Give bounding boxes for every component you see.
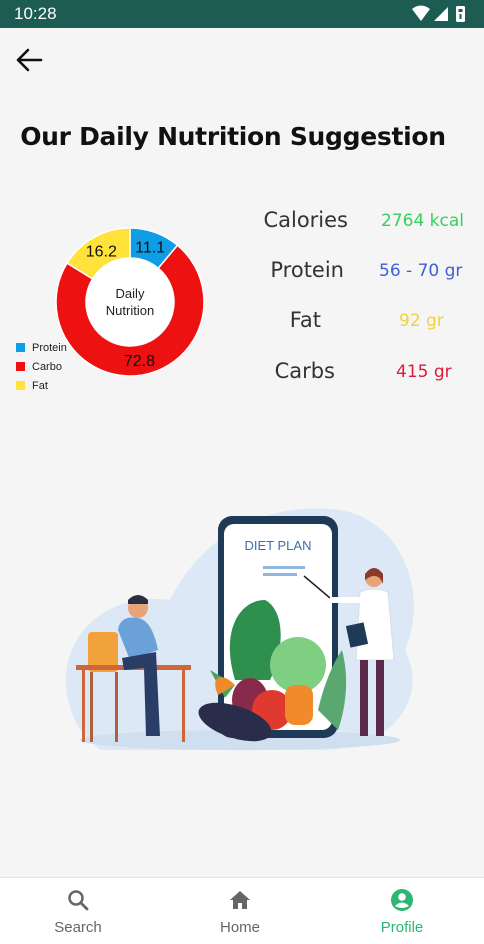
wifi-icon <box>412 5 430 21</box>
nutrient-value-calories: 2764 kcal <box>381 211 464 231</box>
arrow-left-icon <box>16 48 43 72</box>
page-title: Our Daily Nutrition Suggestion <box>20 122 446 151</box>
nutrition-donut-chart: Daily Nutrition 11.1 72.8 16.2 <box>55 227 205 377</box>
nutrient-label-carbs: Carbs <box>274 359 335 383</box>
legend-swatch-protein <box>16 343 25 352</box>
nutrient-row-calories: Calories 2764 kcal <box>230 208 464 238</box>
nutrient-row-protein: Protein 56 - 70 gr <box>230 258 463 288</box>
legend-item-carbo: Carbo <box>16 357 67 376</box>
center-label-line1: Daily <box>116 286 145 301</box>
back-button[interactable] <box>12 44 46 76</box>
nutrient-row-fat: Fat 92 gr <box>230 308 460 338</box>
legend-label-carbo: Carbo <box>32 360 62 373</box>
legend-swatch-fat <box>16 381 25 390</box>
nav-item-home[interactable]: Home <box>180 878 300 944</box>
legend-label-protein: Protein <box>32 341 67 354</box>
diet-plan-illustration: DIET PLAN <box>65 508 414 750</box>
chart-legend: Protein Carbo Fat <box>16 338 67 395</box>
signal-icon <box>434 7 448 21</box>
sign-text: DIET PLAN <box>245 538 312 553</box>
nutrient-value-carbs: 415 gr <box>396 362 452 382</box>
status-bar: 10:28 <box>0 0 484 28</box>
donut-label-carbo: 72.8 <box>124 353 155 370</box>
search-icon <box>68 890 89 911</box>
nav-label-home: Home <box>219 919 260 936</box>
center-label-line2: Nutrition <box>106 303 154 318</box>
legend-label-fat: Fat <box>32 379 48 392</box>
nutrient-label-protein: Protein <box>270 258 344 282</box>
bottom-nav: Search Home Profile <box>0 877 484 944</box>
nutrient-value-fat: 92 gr <box>399 311 444 331</box>
nav-item-profile[interactable]: Profile <box>342 878 462 944</box>
legend-item-fat: Fat <box>16 376 67 395</box>
nav-item-search[interactable]: Search <box>18 878 138 944</box>
status-time: 10:28 <box>14 4 57 23</box>
donut-hole <box>86 258 174 346</box>
donut-label-fat: 16.2 <box>86 243 117 260</box>
profile-icon <box>391 889 413 911</box>
nutrient-row-carbs: Carbs 415 gr <box>230 359 460 389</box>
status-icons <box>412 5 465 22</box>
donut-label-protein: 11.1 <box>135 240 165 257</box>
nutrient-value-protein: 56 - 70 gr <box>379 261 463 281</box>
home-icon <box>230 891 250 909</box>
nutrient-label-fat: Fat <box>289 308 321 332</box>
legend-item-protein: Protein <box>16 338 67 357</box>
nav-label-profile: Profile <box>380 919 424 936</box>
legend-swatch-carbo <box>16 362 25 371</box>
nutrient-label-calories: Calories <box>263 208 348 232</box>
nav-label-search: Search <box>54 919 102 936</box>
